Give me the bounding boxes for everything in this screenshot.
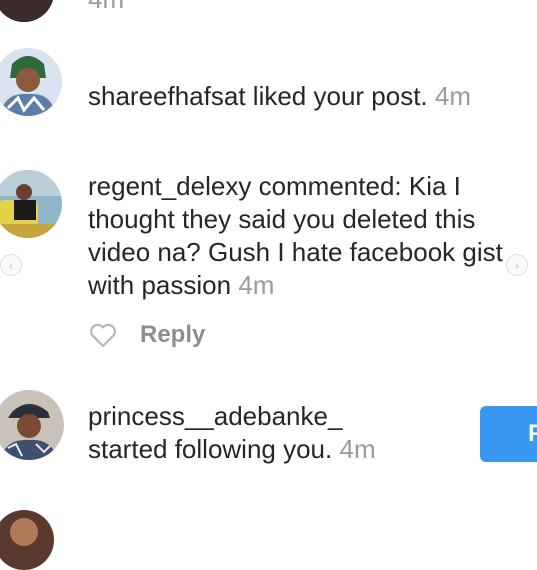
heart-outline-icon[interactable]: [88, 320, 118, 350]
avatar[interactable]: [0, 48, 62, 116]
action-text: liked your post.: [245, 81, 428, 111]
reply-button[interactable]: Reply: [140, 321, 205, 349]
notification-text: princess__adebanke_ started following yo…: [88, 400, 468, 466]
timestamp: 4m: [238, 270, 275, 300]
timestamp: 4m: [339, 434, 376, 464]
comment-actions: Reply: [88, 318, 205, 352]
avatar[interactable]: [0, 170, 62, 238]
avatar[interactable]: [0, 0, 54, 22]
follow-button[interactable]: F: [480, 406, 537, 462]
comment-text: regent_delexy commented: Kia I thought t…: [88, 170, 513, 302]
avatar[interactable]: [0, 390, 64, 460]
username-link[interactable]: princess__adebanke_: [88, 400, 468, 433]
username-link[interactable]: shareefhafsat: [88, 81, 246, 111]
chevron-left-icon[interactable]: ‹: [0, 254, 22, 276]
avatar[interactable]: [0, 510, 54, 570]
action-text: started following you.: [88, 434, 333, 464]
truncated-notification-text: 4m: [88, 0, 124, 15]
timestamp: 4m: [434, 81, 472, 111]
notification-text: shareefhafsat liked your post. 4m: [88, 80, 528, 113]
timestamp: 4m: [88, 0, 124, 14]
username-link[interactable]: regent_delexy: [88, 171, 251, 201]
